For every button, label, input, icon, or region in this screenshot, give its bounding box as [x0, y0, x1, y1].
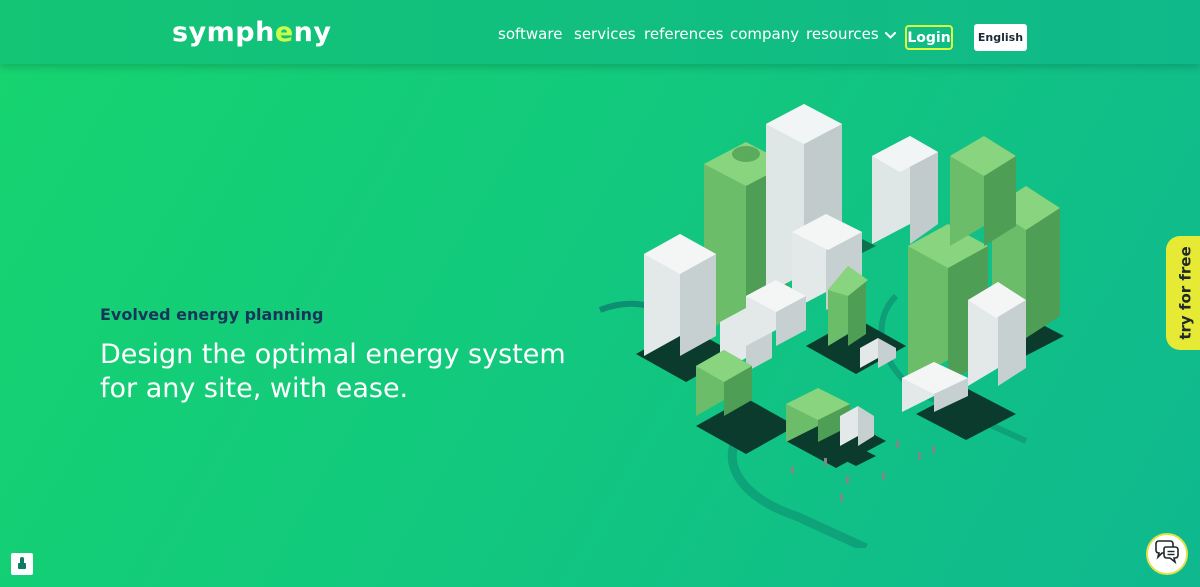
symheny-logo[interactable]: sympheny [172, 19, 332, 46]
hero-eyebrow: Evolved energy planning [100, 305, 324, 324]
hero-headline: Design the optimal energy system for any… [100, 339, 566, 404]
logo-text-accent: e [274, 17, 294, 48]
nav-resources[interactable]: resources [806, 27, 896, 42]
try-for-free-tab[interactable]: try for free [1166, 236, 1200, 350]
site-header: sympheny software services references co… [0, 0, 1200, 64]
nav-services[interactable]: services [574, 27, 636, 42]
chevron-down-icon [884, 27, 896, 42]
language-button[interactable]: English [974, 24, 1027, 51]
nav-software[interactable]: software [498, 27, 562, 42]
nav-company[interactable]: company [730, 27, 799, 42]
nav-resources-label: resources [806, 25, 879, 43]
chat-widget-button[interactable] [1146, 533, 1188, 575]
lock-icon [17, 555, 27, 574]
chat-bubbles-icon [1153, 539, 1181, 569]
logo-text-start: symph [172, 17, 275, 48]
try-for-free-label: try for free [1177, 246, 1196, 340]
isometric-city-illustration [598, 104, 1064, 548]
nav-references[interactable]: references [644, 27, 723, 42]
logo-text-end: ny [293, 17, 332, 48]
login-button[interactable]: Login [905, 25, 953, 50]
privacy-settings-button[interactable] [11, 553, 33, 575]
